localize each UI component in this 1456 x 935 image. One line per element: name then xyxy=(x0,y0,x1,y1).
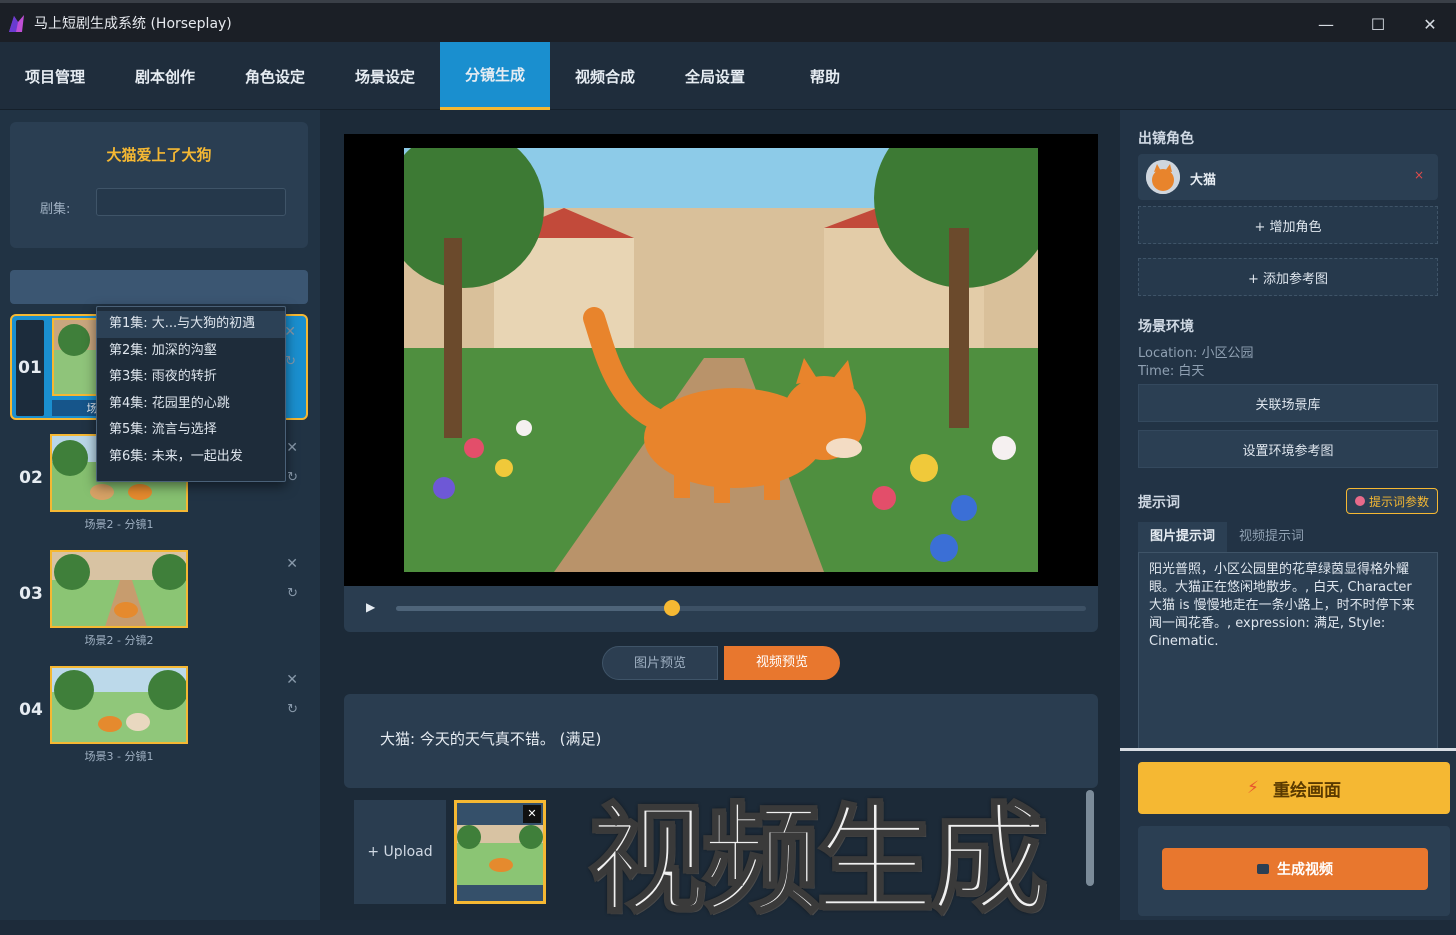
dialogue-text: 大猫: 今天的天气真不错。 (满足) xyxy=(380,730,602,748)
left-action-bar[interactable] xyxy=(10,270,308,304)
prompt-params-label: 提示词参数 xyxy=(1368,494,1429,509)
player-controls: ▶ xyxy=(344,586,1098,632)
remove-character-icon[interactable]: × xyxy=(1414,168,1424,182)
remove-reference-icon[interactable]: ✕ xyxy=(523,805,541,823)
shot-label: 场景2 - 分镜2 xyxy=(84,634,154,647)
shot-number: 02 xyxy=(19,468,43,488)
redraw-button[interactable]: ⚡ 重绘画面 xyxy=(1138,762,1450,814)
preview-panel: ▶ 图片预览 视频预览 大猫: 今天的天气真不错。 (满足) + Upload … xyxy=(320,110,1120,931)
refresh-icon[interactable]: ↻ xyxy=(287,702,298,717)
scene-time: Time: 白天 xyxy=(1138,364,1205,379)
menu-character-settings[interactable]: 角色设定 xyxy=(220,42,330,110)
scene-location: Location: 小区公园 xyxy=(1138,346,1254,361)
menu-storyboard-generation[interactable]: 分镜生成 xyxy=(440,42,550,110)
storyboard-list-panel: 大猫爱上了大狗 剧集: 01 场景1 - 分镜1 ✕ ↻ 02 场景2 - 分镜… xyxy=(0,110,320,920)
vertical-scrollbar[interactable] xyxy=(1086,790,1094,886)
delete-icon[interactable]: ✕ xyxy=(286,440,298,456)
add-character-button[interactable]: + 增加角色 xyxy=(1138,206,1438,244)
shot-label: 场景3 - 分镜1 xyxy=(84,750,154,763)
link-scene-library-button[interactable]: 关联场景库 xyxy=(1138,384,1438,422)
episode-option[interactable]: 第3集: 雨夜的转折 xyxy=(97,364,285,391)
character-name: 大猫 xyxy=(1190,173,1217,188)
menu-project-management[interactable]: 项目管理 xyxy=(0,42,110,110)
seek-fill xyxy=(396,606,672,611)
generate-area: 生成视频 xyxy=(1138,826,1450,916)
menu-help[interactable]: 帮助 xyxy=(770,42,880,110)
palette-icon xyxy=(1354,496,1365,506)
prompt-textarea[interactable]: 阳光普照，小区公园里的花草绿茵显得格外耀眼。大猫正在悠闲地散步。, 白天, Ch… xyxy=(1138,552,1438,750)
title-bar: 马上短剧生成系统 (Horseplay) — ☐ ✕ xyxy=(0,0,1456,42)
prompt-params-button[interactable]: 提示词参数 xyxy=(1346,488,1438,514)
character-row[interactable]: 大猫 × xyxy=(1138,154,1438,200)
generate-video-button[interactable]: 生成视频 xyxy=(1162,848,1428,890)
prompt-tabs: 图片提示词 视频提示词 xyxy=(1138,522,1438,552)
menu-global-settings[interactable]: 全局设置 xyxy=(660,42,770,110)
shot-label: 场景2 - 分镜1 xyxy=(84,518,154,531)
delete-icon[interactable]: ✕ xyxy=(284,324,296,340)
episode-option[interactable]: 第6集: 未来，一起出发 xyxy=(97,444,285,471)
episode-option[interactable]: 第1集: 大...与大狗的初遇 xyxy=(97,311,285,338)
preview-image xyxy=(404,148,1038,572)
prompt-section-title: 提示词 xyxy=(1138,495,1180,511)
tab-image-preview[interactable]: 图片预览 xyxy=(602,646,718,680)
episode-option[interactable]: 第5集: 流言与选择 xyxy=(97,417,285,444)
video-preview[interactable] xyxy=(344,134,1098,586)
play-icon[interactable]: ▶ xyxy=(366,600,375,614)
add-reference-image-button[interactable]: + 添加参考图 xyxy=(1138,258,1438,296)
properties-panel: 出镜角色 大猫 × + 增加角色 + 添加参考图 场景环境 Location: … xyxy=(1120,110,1456,920)
shot-thumbnail[interactable] xyxy=(50,550,188,628)
minimize-button[interactable]: — xyxy=(1300,3,1352,45)
characters-section-title: 出镜角色 xyxy=(1138,131,1194,147)
window-title: 马上短剧生成系统 (Horseplay) xyxy=(34,15,232,32)
seek-handle[interactable] xyxy=(664,600,680,616)
seek-slider[interactable] xyxy=(396,600,1086,616)
film-icon xyxy=(1257,864,1269,874)
shot-number: 01 xyxy=(16,320,44,416)
refresh-icon[interactable]: ↻ xyxy=(287,586,298,601)
preview-mode-tabs: 图片预览 视频预览 xyxy=(602,646,840,680)
shot-item-03[interactable]: 03 场景2 - 分镜2 ✕ ↻ xyxy=(10,548,308,654)
refresh-icon[interactable]: ↻ xyxy=(285,354,296,369)
delete-icon[interactable]: ✕ xyxy=(286,672,298,688)
redraw-label: 重绘画面 xyxy=(1272,780,1341,801)
maximize-button[interactable]: ☐ xyxy=(1352,3,1404,45)
video-generation-caption: 视频生成 xyxy=(586,790,1049,931)
episode-option[interactable]: 第4集: 花园里的心跳 xyxy=(97,391,285,418)
menu-video-composition[interactable]: 视频合成 xyxy=(550,42,660,110)
upload-button[interactable]: + Upload xyxy=(354,800,446,904)
scene-section-title: 场景环境 xyxy=(1138,319,1194,335)
menu-script-writing[interactable]: 剧本创作 xyxy=(110,42,220,110)
menu-scene-settings[interactable]: 场景设定 xyxy=(330,42,440,110)
project-title: 大猫爱上了大狗 xyxy=(106,146,212,164)
shot-number: 04 xyxy=(19,700,43,720)
episode-select[interactable] xyxy=(96,188,286,216)
refresh-icon[interactable]: ↻ xyxy=(287,470,298,485)
tab-video-prompt[interactable]: 视频提示词 xyxy=(1227,522,1316,552)
app-logo-icon xyxy=(6,12,28,34)
lightning-icon: ⚡ xyxy=(1247,778,1259,798)
shot-thumbnail[interactable] xyxy=(50,666,188,744)
avatar xyxy=(1146,160,1180,194)
episode-dropdown: 第1集: 大...与大狗的初遇 第2集: 加深的沟壑 第3集: 雨夜的转折 第4… xyxy=(96,306,286,482)
close-window-button[interactable]: ✕ xyxy=(1404,3,1456,45)
project-card: 大猫爱上了大狗 剧集: xyxy=(10,122,308,248)
main-menu: 项目管理 剧本创作 角色设定 场景设定 分镜生成 视频合成 全局设置 帮助 xyxy=(0,42,1456,110)
delete-icon[interactable]: ✕ xyxy=(286,556,298,572)
episode-label: 剧集: xyxy=(40,202,71,217)
divider xyxy=(1120,748,1456,751)
tab-video-preview[interactable]: 视频预览 xyxy=(724,646,840,680)
reference-image-thumbnail[interactable]: ✕ xyxy=(454,800,546,904)
set-environment-reference-button[interactable]: 设置环境参考图 xyxy=(1138,430,1438,468)
generate-video-label: 生成视频 xyxy=(1277,862,1333,878)
episode-option[interactable]: 第2集: 加深的沟壑 xyxy=(97,338,285,365)
shot-item-04[interactable]: 04 场景3 - 分镜1 ✕ ↻ xyxy=(10,664,308,770)
shot-number: 03 xyxy=(19,584,43,604)
tab-image-prompt[interactable]: 图片提示词 xyxy=(1138,522,1228,552)
